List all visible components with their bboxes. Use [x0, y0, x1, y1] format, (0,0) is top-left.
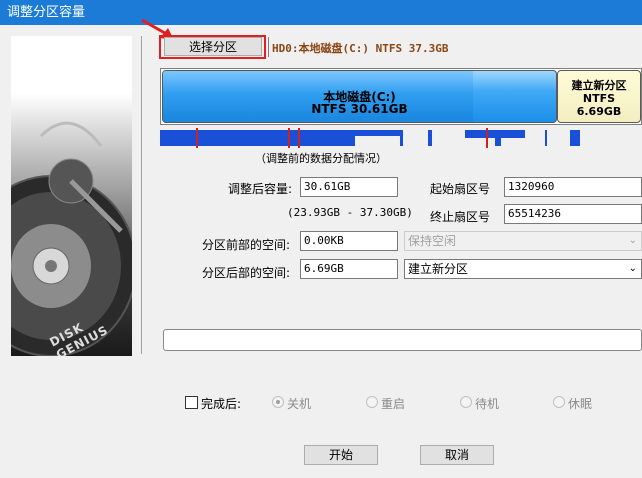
after-space-label: 分区后部的空间: — [202, 266, 291, 280]
radio-restart[interactable] — [366, 396, 378, 408]
radio-restart-label: 重启 — [381, 397, 406, 411]
distribution-caption: （调整前的数据分配情况） — [255, 152, 387, 165]
before-space-input[interactable]: 0.00KB — [300, 231, 398, 251]
chevron-down-icon[interactable]: ⌄ — [629, 260, 637, 278]
radio-hibernate[interactable] — [553, 396, 565, 408]
disk-info-label: HD0:本地磁盘(C:) NTFS 37.3GB — [272, 42, 449, 55]
start-button[interactable]: 开始 — [304, 445, 378, 465]
after-space-action-select[interactable]: 建立新分区 ⌄ — [404, 259, 642, 279]
progress-bar — [163, 329, 642, 351]
radio-shutdown[interactable] — [272, 396, 284, 408]
before-space-action-value: 保持空闲 — [408, 234, 457, 248]
after-space-action-value: 建立新分区 — [408, 262, 469, 276]
size-after-input[interactable]: 30.61GB — [300, 177, 398, 197]
partition-new-name: 建立新分区 — [571, 79, 627, 92]
partition-new[interactable]: 建立新分区 NTFS 6.69GB — [557, 70, 641, 123]
radio-shutdown-label: 关机 — [287, 397, 312, 411]
partition-new-size: 6.69GB — [576, 105, 622, 118]
after-complete-label: 完成后: — [201, 397, 242, 411]
partition-c[interactable]: 本地磁盘(C:) NTFS 30.61GB — [162, 70, 557, 123]
end-sector-input[interactable]: 65514236 — [504, 204, 642, 224]
after-complete-checkbox[interactable] — [185, 396, 198, 409]
window-title: 调整分区容量 — [0, 0, 642, 25]
start-sector-label: 起始扇区号 — [430, 182, 491, 196]
disk-partition-bar: 本地磁盘(C:) NTFS 30.61GB 建立新分区 NTFS 6.69GB — [160, 68, 642, 125]
before-space-action-select: 保持空闲 ⌄ — [404, 231, 642, 251]
data-distribution-map — [160, 128, 580, 148]
divider — [141, 36, 142, 354]
end-sector-label: 终止扇区号 — [430, 210, 491, 224]
select-partition-button[interactable]: 选择分区 — [164, 37, 262, 56]
after-space-input[interactable]: 6.69GB — [300, 259, 398, 279]
before-space-label: 分区前部的空间: — [202, 238, 291, 252]
radio-standby[interactable] — [460, 396, 472, 408]
divider — [268, 37, 269, 57]
size-after-label: 调整后容量: — [228, 182, 293, 196]
disk-genius-logo-image: DISK GENIUS — [11, 36, 132, 356]
size-range-text: (23.93GB - 37.30GB) — [287, 206, 413, 219]
partition-new-fs: NTFS — [582, 92, 616, 105]
chevron-down-icon: ⌄ — [628, 235, 637, 246]
start-sector-input[interactable]: 1320960 — [504, 177, 642, 197]
partition-c-fs-size: NTFS 30.61GB — [311, 102, 408, 116]
radio-hibernate-label: 休眠 — [568, 397, 593, 411]
cancel-button[interactable]: 取消 — [420, 445, 494, 465]
radio-standby-label: 待机 — [475, 397, 500, 411]
